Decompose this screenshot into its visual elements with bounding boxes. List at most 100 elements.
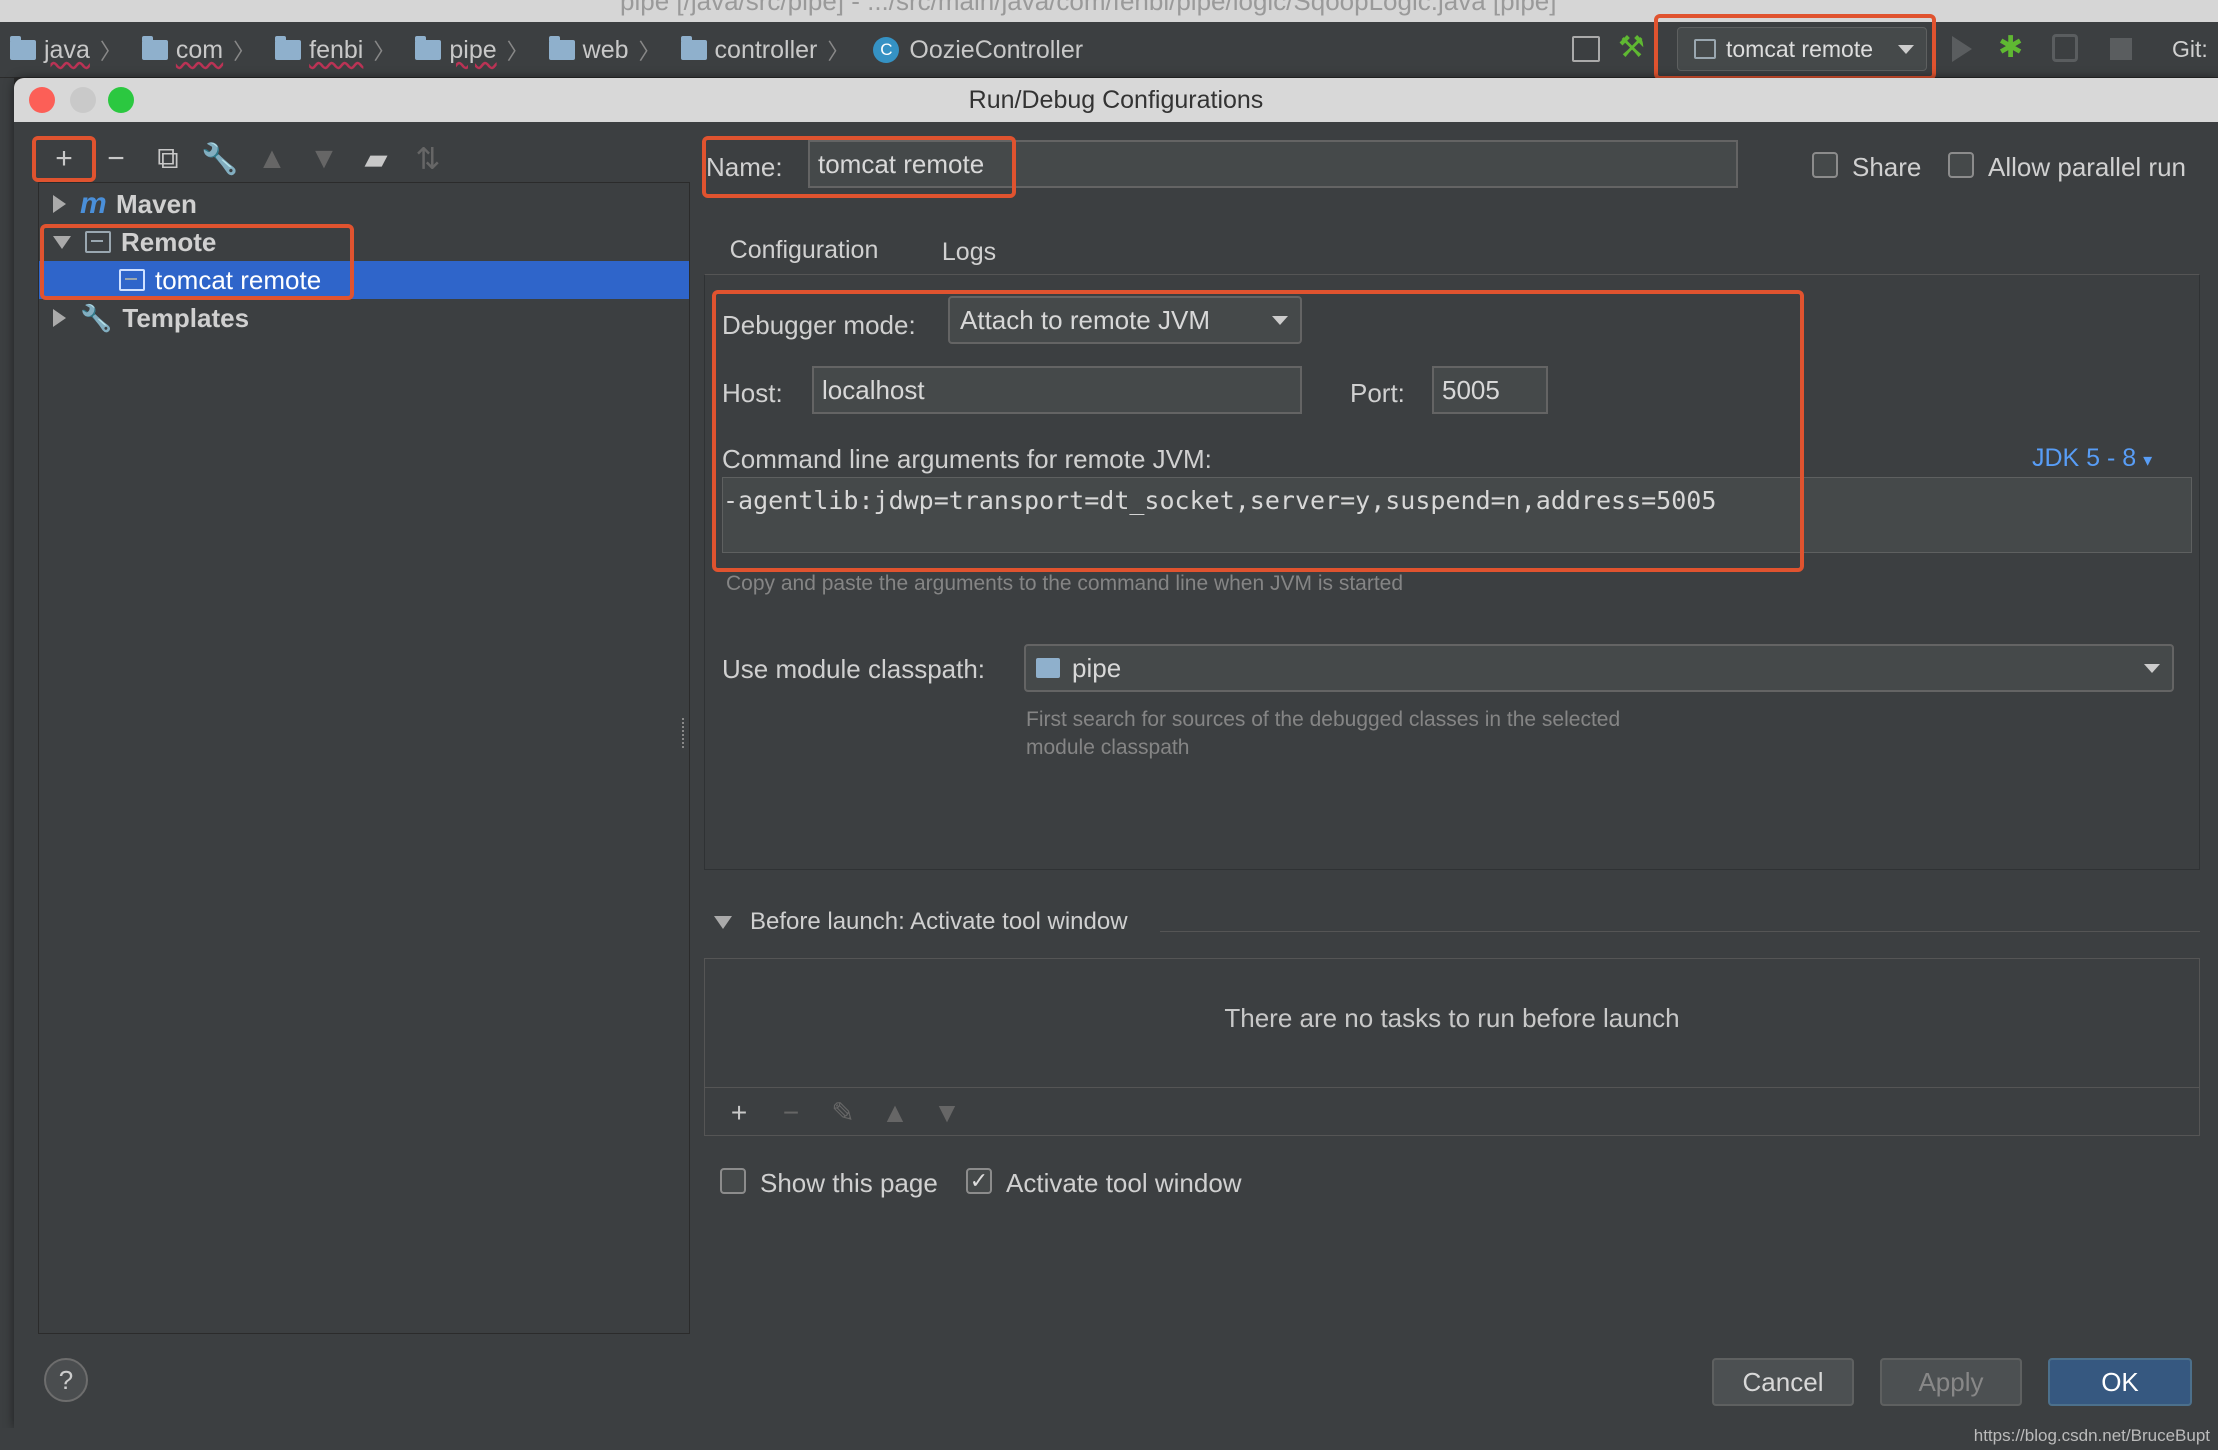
jdk-version-label: JDK 5 - 8 [2032, 444, 2137, 472]
breadcrumb-item-web[interactable]: web 〉 [539, 34, 661, 66]
breadcrumb-item-java[interactable]: java 〉 [0, 34, 122, 66]
folder-icon [548, 36, 575, 60]
sort-alphabetically-icon[interactable]: ⇅ [402, 137, 454, 181]
watermark: https://blog.csdn.net/BruceBupt [1973, 1426, 2210, 1445]
move-down-icon[interactable]: ▼ [298, 137, 350, 181]
collapse-arrow-icon[interactable] [714, 915, 732, 929]
breadcrumb-item-pipe[interactable]: pipe 〉 [405, 34, 529, 66]
breadcrumb-item-oozie-controller[interactable]: C OozieController [859, 36, 1083, 65]
show-this-page-checkbox[interactable] [720, 1168, 746, 1194]
activate-tool-window-label: Activate tool window [1006, 1168, 1242, 1198]
cancel-button[interactable]: Cancel [1712, 1358, 1854, 1406]
tab-configuration[interactable]: Configuration [706, 226, 902, 278]
stop-icon[interactable] [2110, 38, 2132, 60]
run-config-selector[interactable]: tomcat remote [1677, 27, 1927, 71]
remove-task-button[interactable]: − [765, 1091, 817, 1135]
build-hammer-icon[interactable]: ⚒ [1618, 30, 1645, 65]
help-button[interactable]: ? [44, 1358, 88, 1402]
move-task-up-icon[interactable]: ▲ [869, 1091, 921, 1135]
tree-toolbar: + − ⧉ 🔧 ▲ ▼ ▰ ⇅ [38, 134, 454, 184]
chevron-down-icon [1272, 316, 1288, 325]
chevron-down-icon [2144, 664, 2160, 673]
collapse-arrow-icon[interactable] [53, 235, 71, 249]
module-classpath-dropdown[interactable]: pipe [1024, 644, 2174, 692]
tree-item-label: Remote [121, 226, 217, 257]
jdk-version-selector[interactable]: JDK 5 - 8 ▾ [2032, 444, 2152, 473]
chevron-right-icon: 〉 [373, 39, 396, 64]
tree-item-label: Templates [122, 302, 250, 333]
zoom-window-button[interactable] [108, 87, 134, 113]
build-status-icon[interactable] [1572, 36, 1600, 62]
expand-arrow-icon[interactable] [53, 195, 66, 213]
module-classpath-hint: First search for sources of the debugged… [1026, 706, 1620, 762]
apply-button[interactable]: Apply [1880, 1358, 2022, 1406]
command-line-text[interactable]: -agentlib:jdwp=transport=dt_socket,serve… [723, 486, 1716, 515]
command-line-hint: Copy and paste the arguments to the comm… [726, 572, 1404, 595]
before-launch-title: Before launch: Activate tool window [750, 908, 1128, 935]
breadcrumb-label: fenbi [309, 35, 364, 64]
port-field[interactable] [1432, 366, 1548, 414]
ok-button[interactable]: OK [2048, 1358, 2192, 1406]
debug-icon[interactable]: ✱ [1998, 30, 2023, 65]
debugger-mode-value: Attach to remote JVM [960, 304, 1210, 335]
debugger-mode-label: Debugger mode: [722, 310, 916, 340]
activate-tool-window-checkbox[interactable]: ✓ [966, 1168, 992, 1194]
add-task-button[interactable]: + [713, 1091, 765, 1135]
name-field[interactable] [808, 140, 1738, 188]
breadcrumb: java 〉 com 〉 fenbi 〉 pipe 〉 web 〉 contro… [0, 22, 1093, 78]
folder-icon [141, 36, 168, 60]
folder-icon [680, 36, 707, 60]
expand-arrow-icon[interactable] [53, 309, 66, 327]
copy-configuration-icon[interactable]: ⧉ [142, 137, 194, 181]
add-configuration-button[interactable]: + [38, 137, 90, 181]
tab-logs[interactable]: Logs [914, 226, 1024, 278]
debugger-mode-dropdown[interactable]: Attach to remote JVM [948, 296, 1302, 344]
breadcrumb-label: com [175, 35, 224, 64]
move-up-icon[interactable]: ▲ [246, 137, 298, 181]
before-launch-header[interactable]: Before launch: Activate tool window [706, 908, 1128, 936]
checkmark-icon: ✓ [969, 1168, 989, 1193]
dialog-title-bar: Run/Debug Configurations [14, 78, 2218, 122]
allow-parallel-run-label: Allow parallel run [1988, 152, 2186, 182]
share-checkbox[interactable] [1812, 152, 1838, 178]
task-toolbar: + − ✎ ▲ ▼ [705, 1087, 2199, 1137]
breadcrumb-item-controller[interactable]: controller 〉 [671, 34, 849, 66]
breadcrumb-label: java [44, 35, 90, 64]
edit-task-pencil-icon[interactable]: ✎ [817, 1091, 869, 1135]
chevron-right-icon: 〉 [506, 39, 529, 64]
chevron-right-icon: 〉 [99, 39, 122, 64]
tree-item-maven[interactable]: m Maven [39, 185, 689, 223]
edit-defaults-wrench-icon[interactable]: 🔧 [194, 137, 246, 181]
move-task-down-icon[interactable]: ▼ [921, 1091, 973, 1135]
breadcrumb-item-com[interactable]: com 〉 [132, 34, 255, 66]
run-with-coverage-icon[interactable] [2052, 34, 2078, 62]
breadcrumb-item-fenbi[interactable]: fenbi 〉 [265, 34, 395, 66]
panel-splitter-handle[interactable] [682, 718, 686, 748]
allow-parallel-run-checkbox[interactable] [1948, 152, 1974, 178]
port-label: Port: [1350, 378, 1405, 408]
command-line-arguments[interactable]: -agentlib:jdwp=transport=dt_socket,serve… [722, 477, 2192, 553]
run-config-label: tomcat remote [1726, 35, 1873, 62]
chevron-down-icon: ▾ [2143, 450, 2153, 470]
run-icon[interactable] [1952, 36, 1972, 62]
class-icon: C [873, 37, 900, 63]
host-field[interactable] [812, 366, 1302, 414]
ide-left-edge [0, 78, 14, 1450]
breadcrumb-label: pipe [449, 35, 497, 64]
before-launch-task-list: There are no tasks to run before launch … [704, 958, 2200, 1136]
tab-label: Logs [941, 237, 997, 266]
tree-item-tomcat-remote[interactable]: tomcat remote [39, 261, 689, 299]
remove-configuration-button[interactable]: − [90, 137, 142, 181]
run-debug-dialog: Run/Debug Configurations + − ⧉ 🔧 ▲ ▼ ▰ ⇅… [14, 78, 2218, 1428]
window-title-bar: pipe [/java/src/pipe] - .../src/main/jav… [0, 0, 2218, 22]
breadcrumb-label: web [582, 35, 629, 64]
close-window-button[interactable] [29, 87, 55, 113]
git-label: Git: [2172, 36, 2208, 62]
folder-icon [275, 36, 302, 60]
module-classpath-hint-line: module classpath [1026, 736, 1190, 759]
tree-item-templates[interactable]: 🔧 Templates [39, 299, 689, 337]
minimize-window-button[interactable] [70, 87, 96, 113]
navigation-bar: java 〉 com 〉 fenbi 〉 pipe 〉 web 〉 contro… [0, 22, 2218, 78]
new-folder-icon[interactable]: ▰ [350, 137, 402, 181]
tree-item-remote[interactable]: Remote [39, 223, 689, 261]
